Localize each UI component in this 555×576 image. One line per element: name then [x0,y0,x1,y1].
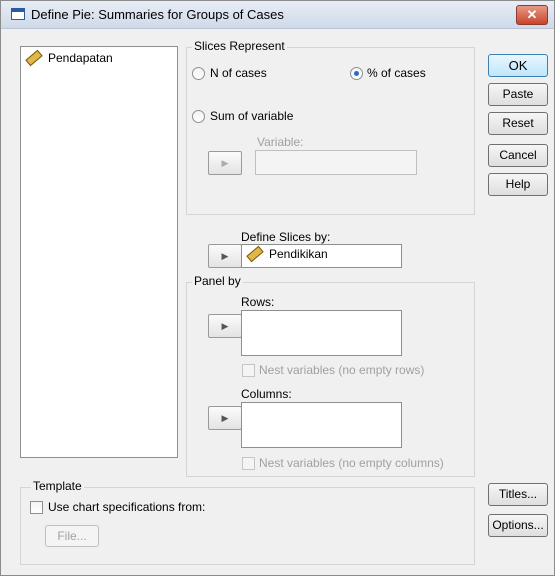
title-bar[interactable]: Define Pie: Summaries for Groups of Case… [1,1,554,29]
arrow-right-icon: ▶ [221,321,229,331]
nest-columns-label[interactable]: Nest variables (no empty columns) [259,456,444,470]
move-to-define-slices-button[interactable]: ▶ [208,244,242,268]
panel-by-legend: Panel by [192,274,243,288]
slices-represent-legend: Slices Represent [192,39,287,53]
nest-columns-checkbox[interactable] [242,457,255,470]
columns-label: Columns: [241,387,292,401]
variable-name: Pendapatan [48,51,113,65]
define-slices-field[interactable]: Pendikikan [241,244,402,268]
help-button[interactable]: Help [488,173,548,196]
n-of-cases-radio[interactable] [192,67,205,80]
pct-of-cases-radio[interactable] [350,67,363,80]
ok-button[interactable]: OK [488,54,548,77]
columns-field[interactable] [241,402,402,448]
close-button[interactable]: ✕ [516,5,548,25]
define-slices-value: Pendikikan [246,245,328,263]
define-slices-variable: Pendikikan [269,247,328,261]
move-to-variable-button[interactable]: ▶ [208,151,242,175]
file-button[interactable]: File... [45,525,99,547]
template-legend: Template [31,479,84,493]
reset-button[interactable]: Reset [488,112,548,135]
scale-variable-icon [246,245,264,263]
paste-button[interactable]: Paste [488,83,548,106]
n-of-cases-label[interactable]: N of cases [210,66,267,80]
cancel-button[interactable]: Cancel [488,144,548,167]
sum-of-variable-radio[interactable] [192,110,205,123]
scale-variable-icon [25,49,43,67]
move-to-rows-button[interactable]: ▶ [208,314,242,338]
arrow-right-icon: ▶ [221,158,229,168]
arrow-right-icon: ▶ [221,413,229,423]
nest-rows-label[interactable]: Nest variables (no empty rows) [259,363,424,377]
move-to-columns-button[interactable]: ▶ [208,406,242,430]
use-chart-spec-label[interactable]: Use chart specifications from: [48,500,205,514]
use-chart-spec-checkbox[interactable] [30,501,43,514]
options-button[interactable]: Options... [488,514,548,537]
rows-field[interactable] [241,310,402,356]
variable-list[interactable]: Pendapatan [20,46,178,458]
define-pie-dialog: Define Pie: Summaries for Groups of Case… [0,0,555,576]
titles-button[interactable]: Titles... [488,483,548,506]
define-slices-label: Define Slices by: [241,230,331,244]
variable-field[interactable] [255,150,417,175]
list-item[interactable]: Pendapatan [25,49,113,69]
arrow-right-icon: ▶ [221,251,229,261]
nest-rows-checkbox[interactable] [242,364,255,377]
rows-label: Rows: [241,295,275,309]
sum-of-variable-label[interactable]: Sum of variable [210,109,293,123]
pct-of-cases-label[interactable]: % of cases [367,66,426,80]
window-title: Define Pie: Summaries for Groups of Case… [31,7,284,22]
variable-label: Variable: [257,135,304,149]
window-icon [11,8,25,20]
